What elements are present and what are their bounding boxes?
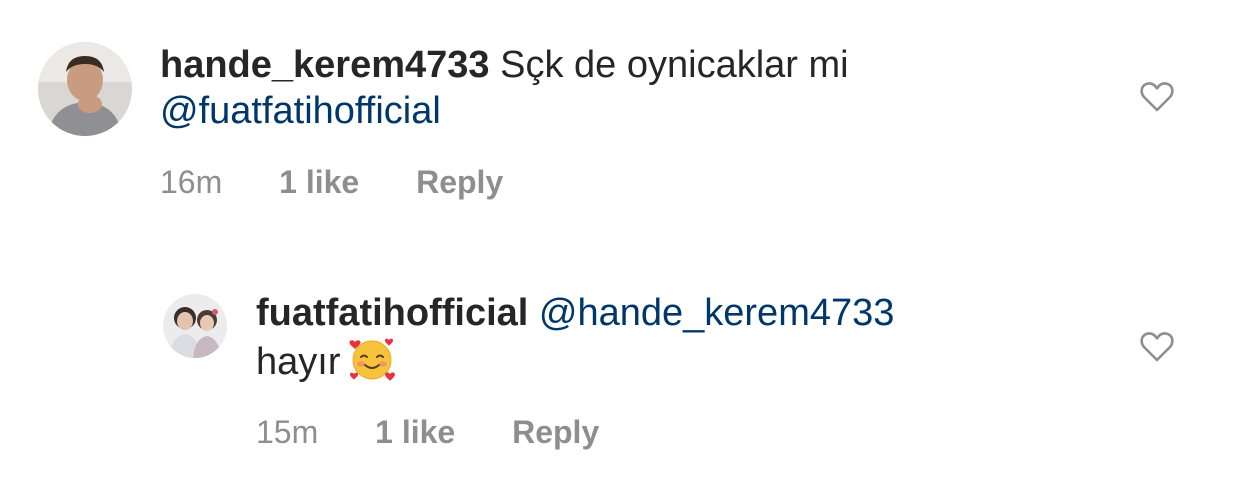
smiling-face-with-hearts-icon bbox=[348, 336, 396, 384]
comment-body: hande_kerem4733 Sçk de oynicaklar mi @fu… bbox=[160, 42, 1040, 134]
avatar-photo-icon bbox=[38, 42, 132, 136]
heart-outline-icon bbox=[1140, 82, 1174, 112]
comment-mention[interactable]: @fuatfatihofficial bbox=[160, 90, 441, 132]
comment-timestamp: 16m bbox=[160, 164, 223, 200]
comment-timestamp: 15m bbox=[256, 414, 319, 450]
comment-meta: 15m 1 like Reply bbox=[256, 414, 599, 451]
heart-outline-icon bbox=[1140, 332, 1174, 362]
avatar-photo-icon bbox=[163, 294, 227, 358]
avatar[interactable] bbox=[38, 42, 132, 136]
avatar[interactable] bbox=[163, 294, 227, 358]
comment-text: hayır bbox=[256, 341, 341, 383]
like-button[interactable] bbox=[1140, 332, 1174, 362]
comment-body: fuatfatihofficial @hande_kerem4733 hayır bbox=[256, 290, 1096, 385]
comment-meta: 16m 1 like Reply bbox=[160, 164, 503, 201]
like-button[interactable] bbox=[1140, 82, 1174, 112]
likes-count[interactable]: 1 like bbox=[375, 414, 455, 451]
comment-text: Sçk de oynicaklar mi bbox=[500, 44, 849, 86]
comment-username[interactable]: fuatfatihofficial bbox=[256, 292, 528, 334]
reply-button[interactable]: Reply bbox=[416, 164, 503, 201]
comment-username[interactable]: hande_kerem4733 bbox=[160, 44, 490, 86]
comment-mention[interactable]: @hande_kerem4733 bbox=[539, 292, 895, 334]
likes-count[interactable]: 1 like bbox=[279, 164, 359, 201]
reply-button[interactable]: Reply bbox=[512, 414, 599, 451]
